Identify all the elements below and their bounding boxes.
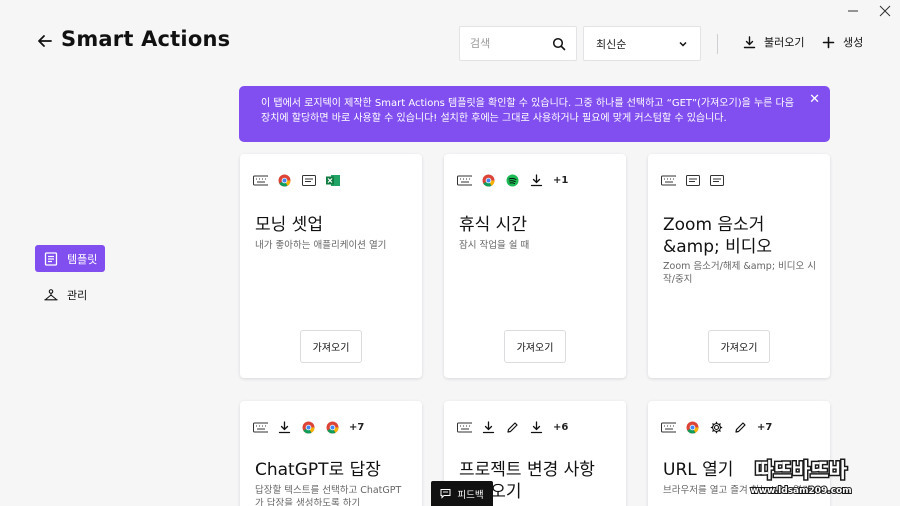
- card-app-icons: +6: [457, 420, 568, 434]
- card-description: Zoom 음소거/해제 &amp; 비디오 시작/중지: [663, 261, 817, 285]
- banner-line-2: 장치에 할당하면 바로 사용할 수 있습니다! 설치한 후에는 그대로 사용하거…: [261, 113, 727, 124]
- more-apps-count: +6: [553, 421, 569, 433]
- window-controls: [846, 0, 892, 22]
- get-template-button[interactable]: 가져오기: [504, 330, 566, 363]
- more-apps-count: +7: [757, 421, 773, 433]
- create-button[interactable]: 생성: [822, 34, 863, 50]
- search-icon[interactable]: [552, 37, 566, 51]
- message-icon: [709, 173, 724, 187]
- plus-icon: [822, 36, 835, 48]
- keyboard-icon: [457, 420, 472, 434]
- create-label: 생성: [843, 36, 864, 49]
- get-template-button[interactable]: 가져오기: [708, 330, 770, 363]
- card-title: Zoom 음소거 &amp; 비디오: [663, 215, 773, 257]
- download-icon: [743, 35, 756, 48]
- pencil-icon: [733, 420, 748, 434]
- import-label: 불러오기: [764, 36, 805, 49]
- card-app-icons: +7: [253, 420, 364, 434]
- minimize-icon: [848, 10, 858, 12]
- info-banner: 이 탭에서 로지텍이 제작한 Smart Actions 템플릿을 확인할 수 …: [239, 86, 830, 142]
- banner-close-button[interactable]: ✕: [809, 92, 820, 107]
- chrome-icon: [685, 420, 700, 434]
- template-icon: [44, 251, 58, 266]
- feedback-icon: [440, 489, 451, 499]
- header-divider: [717, 34, 718, 54]
- more-apps-count: +1: [553, 174, 569, 186]
- sort-value: 최신순: [596, 37, 627, 51]
- card-description: 내가 좋아하는 애플리케이션 열기: [255, 240, 387, 251]
- chevron-down-icon: [679, 41, 687, 47]
- template-card[interactable]: 모닝 셋업 내가 좋아하는 애플리케이션 열기 가져오기: [240, 154, 422, 378]
- import-button[interactable]: 불러오기: [743, 34, 804, 50]
- sidebar-item-templates[interactable]: 템플릿: [35, 245, 105, 272]
- card-app-icons: +1: [457, 173, 568, 187]
- chrome-icon: [481, 173, 496, 187]
- spotify-icon: [505, 173, 520, 187]
- keyboard-icon: [253, 420, 268, 434]
- card-title: 휴식 시간: [459, 215, 527, 235]
- sidebar-item-manage[interactable]: 관리: [35, 281, 105, 308]
- chrome-icon: [301, 420, 316, 434]
- back-arrow-icon[interactable]: [36, 32, 54, 50]
- close-window-button[interactable]: [878, 4, 892, 18]
- manage-icon: [44, 288, 58, 300]
- get-template-button[interactable]: 가져오기: [300, 330, 362, 363]
- download-icon: [529, 420, 544, 434]
- excel-icon: [325, 173, 340, 187]
- chrome-icon: [277, 173, 292, 187]
- card-description: 잠시 작업을 쉴 때: [459, 240, 530, 251]
- more-apps-count: +7: [349, 421, 365, 433]
- card-app-icons: +7: [661, 420, 772, 434]
- app-window: Smart Actions 최신순 불러오기 생성 템: [0, 0, 900, 506]
- download-icon: [481, 420, 496, 434]
- card-app-icons: [661, 173, 724, 187]
- search-box[interactable]: [459, 26, 577, 61]
- template-card[interactable]: Zoom 음소거 &amp; 비디오 Zoom 음소거/해제 &amp; 비디오…: [648, 154, 830, 378]
- download-icon: [277, 420, 292, 434]
- card-title: ChatGPT로 답장: [255, 460, 381, 480]
- sort-dropdown[interactable]: 최신순: [583, 26, 701, 61]
- feedback-button[interactable]: 피드백: [431, 481, 493, 506]
- search-input[interactable]: [470, 37, 550, 50]
- card-description: 답장할 텍스트를 선택하고 ChatGPT가 답장을 생성하도록 하기: [255, 485, 402, 506]
- close-icon: [879, 5, 891, 17]
- download-icon: [529, 173, 544, 187]
- message-icon: [685, 173, 700, 187]
- sidebar-item-label: 템플릿: [67, 252, 98, 266]
- page-title: Smart Actions: [61, 27, 231, 51]
- site-watermark-logo: 따뜨바뜨바 www.ldsam209.com: [749, 457, 852, 498]
- feedback-label: 피드백: [457, 489, 484, 501]
- chrome-icon: [325, 420, 340, 434]
- sidebar-item-label: 관리: [67, 288, 88, 302]
- svg-text:www.ldsam209.com: www.ldsam209.com: [750, 486, 851, 496]
- keyboard-icon: [661, 420, 676, 434]
- card-app-icons: [253, 173, 340, 187]
- keyboard-icon: [457, 173, 472, 187]
- keyboard-icon: [661, 173, 676, 187]
- keyboard-icon: [253, 173, 268, 187]
- svg-text:따뜨바뜨바: 따뜨바뜨바: [755, 458, 848, 482]
- gear-icon: [709, 420, 724, 434]
- template-card[interactable]: +1 휴식 시간 잠시 작업을 쉴 때 가져오기: [444, 154, 626, 378]
- card-title: 모닝 셋업: [255, 215, 323, 235]
- pencil-icon: [505, 420, 520, 434]
- message-icon: [301, 173, 316, 187]
- minimize-button[interactable]: [846, 4, 860, 18]
- banner-line-1: 이 탭에서 로지텍이 제작한 Smart Actions 템플릿을 확인할 수 …: [261, 98, 794, 109]
- template-card[interactable]: +7 ChatGPT로 답장 답장할 텍스트를 선택하고 ChatGPT가 답장…: [240, 401, 422, 506]
